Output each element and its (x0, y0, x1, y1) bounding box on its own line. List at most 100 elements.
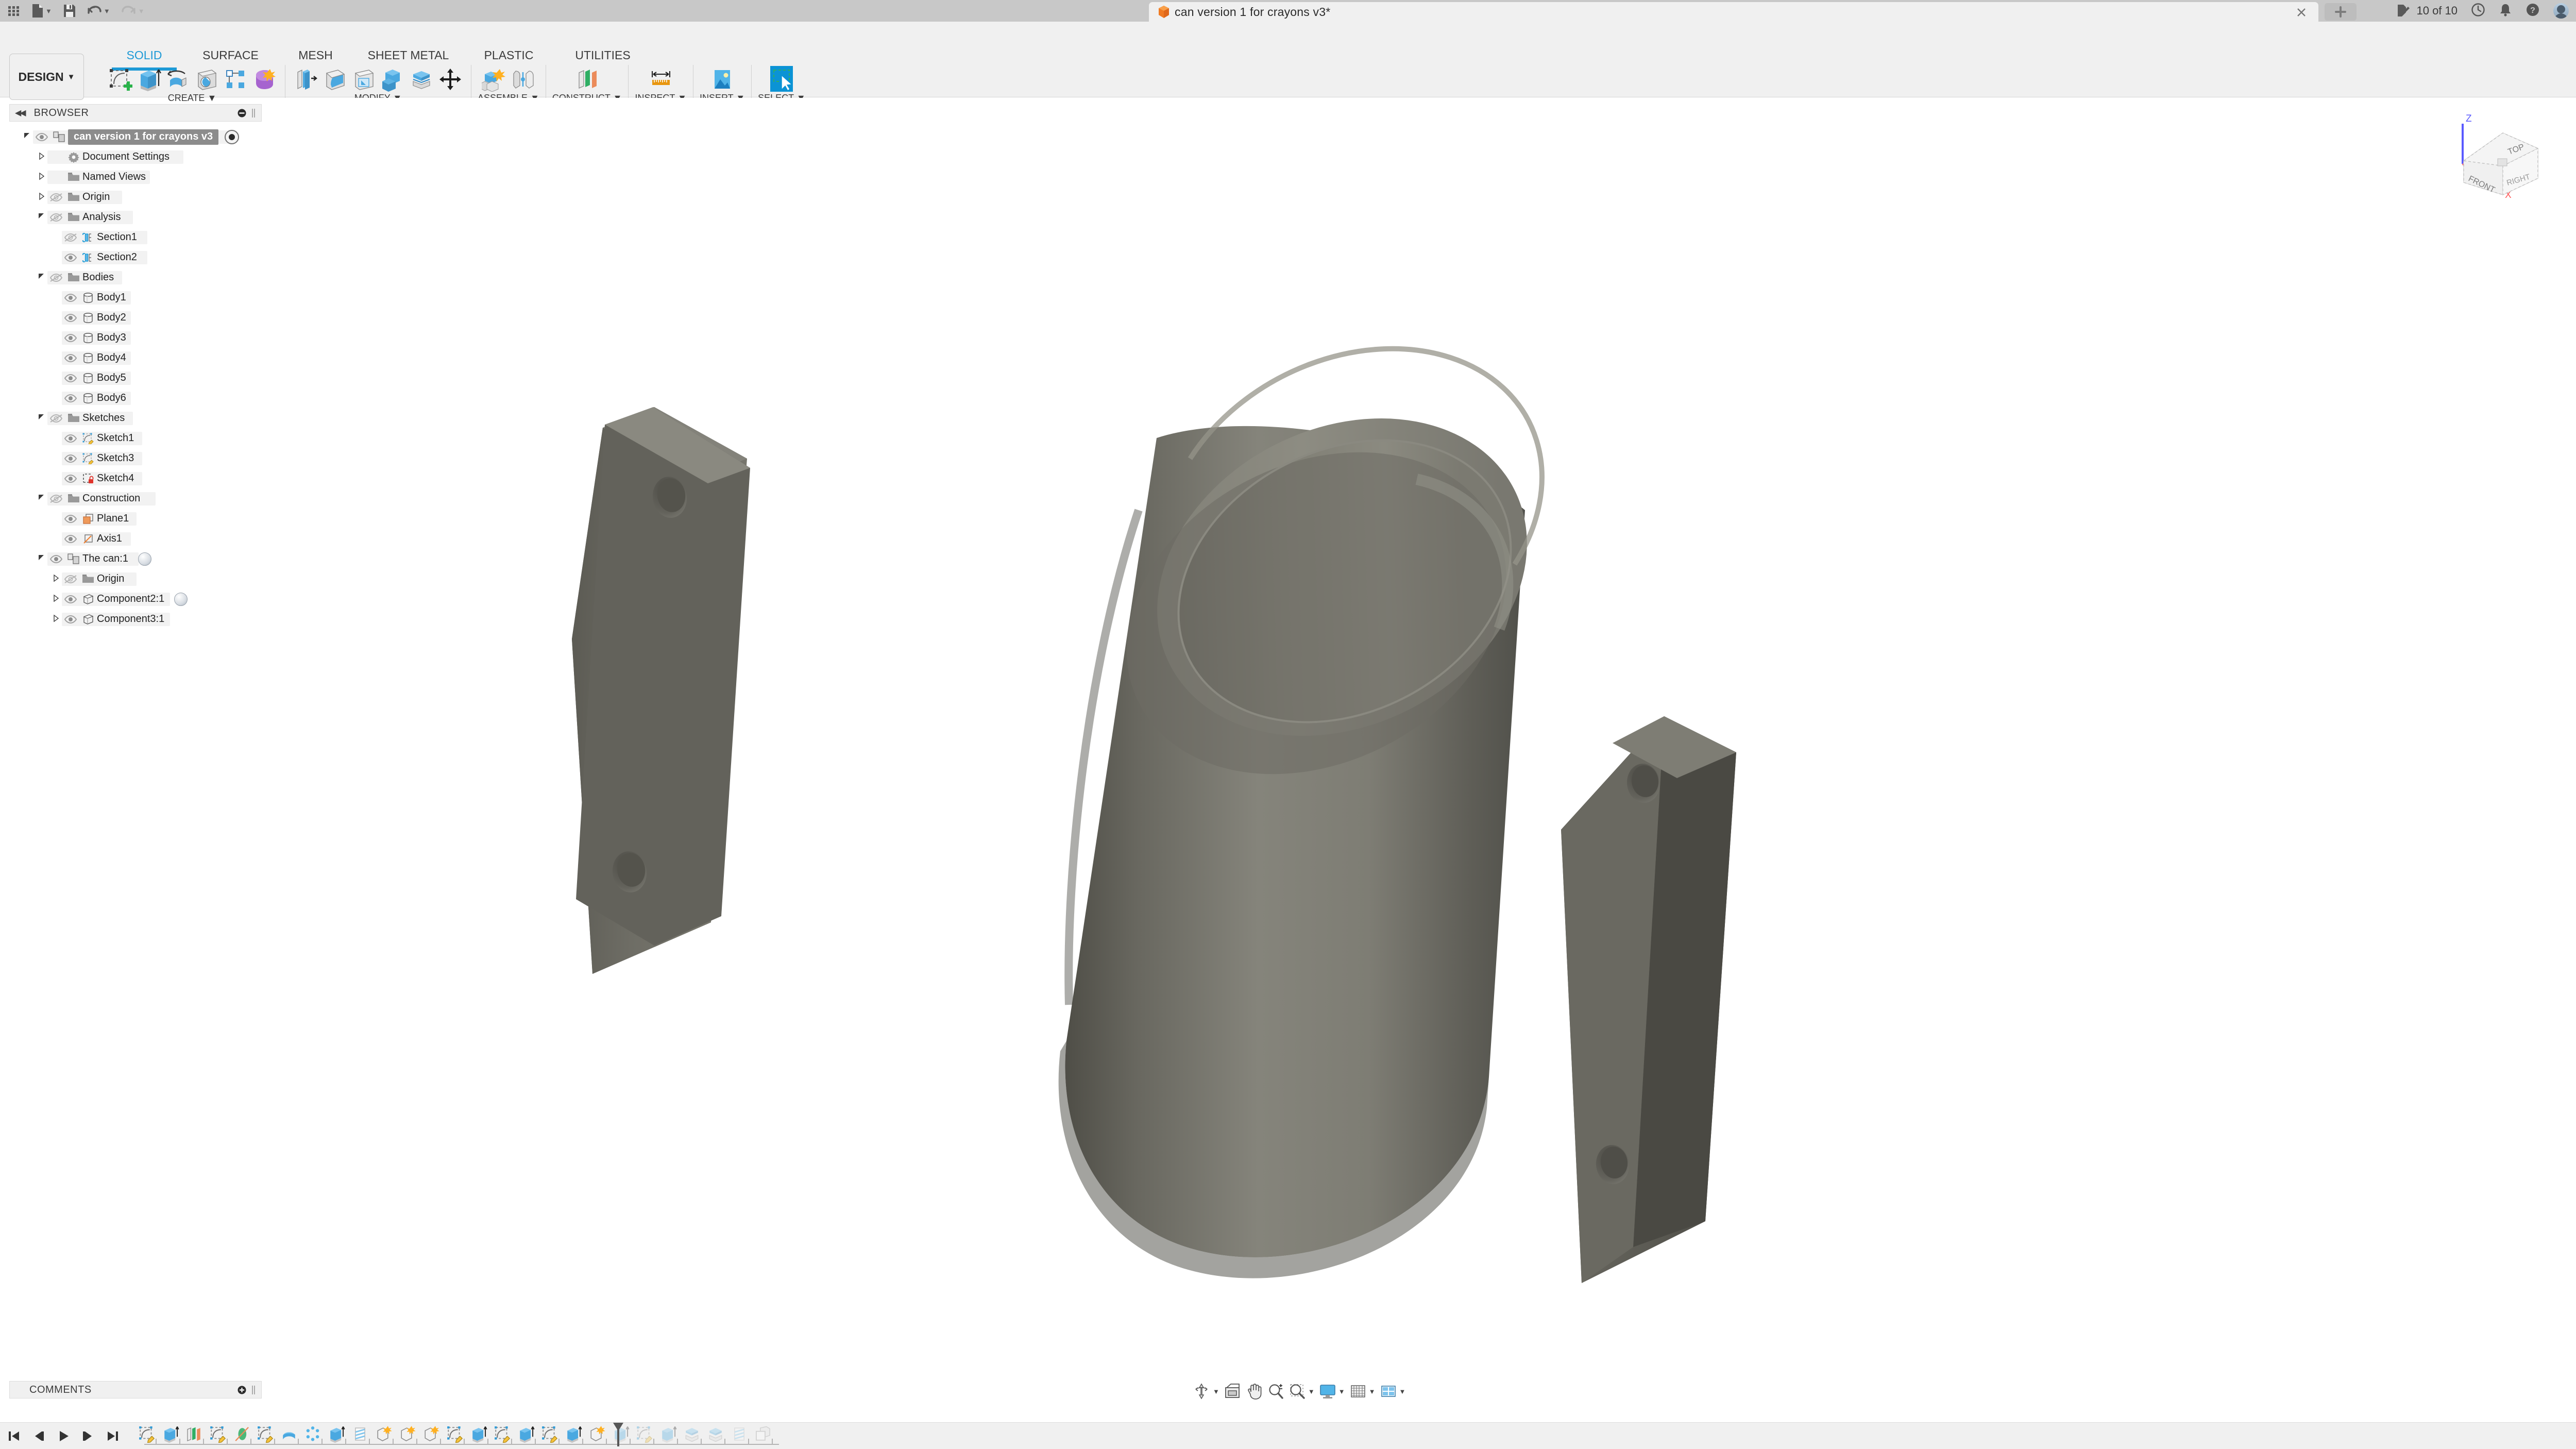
tree-item-section1[interactable]: Section1 (9, 227, 262, 247)
visibility-toggle[interactable] (62, 474, 79, 483)
look-at-icon[interactable] (1222, 1383, 1243, 1400)
tree-item-section2[interactable]: Section2 (9, 247, 262, 267)
visibility-toggle[interactable] (62, 615, 79, 624)
twist-toggle[interactable] (36, 212, 47, 222)
visibility-toggle[interactable] (62, 333, 79, 343)
twist-toggle[interactable] (36, 152, 47, 162)
help-question-icon[interactable]: ? (2526, 3, 2540, 20)
tree-item-body3[interactable]: Body3 (9, 328, 262, 348)
redo-icon[interactable]: ▼ (122, 5, 145, 17)
twist-toggle[interactable] (50, 614, 62, 624)
version-status[interactable]: 10 of 10 (2397, 4, 2458, 18)
visibility-toggle[interactable] (62, 293, 79, 302)
tree-item-the-can-1[interactable]: The can:1 (9, 549, 262, 569)
revolve-icon[interactable] (163, 65, 192, 94)
add-comment-icon[interactable] (238, 1386, 246, 1394)
tree-item-body1[interactable]: Body1 (9, 288, 262, 308)
twist-closed-icon[interactable] (38, 172, 46, 180)
offset-face-icon[interactable] (407, 65, 436, 94)
visibility-toggle[interactable] (62, 394, 79, 403)
tree-item-construction[interactable]: Construction (9, 488, 262, 509)
twist-closed-icon[interactable] (38, 192, 46, 200)
twist-toggle[interactable] (50, 594, 62, 604)
document-tab[interactable]: can version 1 for crayons v3* (1149, 2, 2318, 22)
tab-plastic[interactable]: PLASTIC (464, 48, 554, 66)
tree-item-origin[interactable]: Origin (9, 187, 262, 207)
grid-apps-icon[interactable] (7, 4, 21, 18)
view-cube[interactable]: Z X TOP FRONT RIGHT (2447, 103, 2555, 201)
twist-closed-icon[interactable] (52, 614, 60, 622)
visibility-toggle[interactable] (62, 313, 79, 323)
step-back-icon[interactable] (30, 1427, 47, 1445)
tree-item-named-views[interactable]: Named Views (9, 167, 262, 187)
tab-solid[interactable]: SOLID (106, 48, 183, 66)
hole-icon[interactable] (192, 65, 221, 94)
zoom-icon[interactable] (1265, 1383, 1286, 1400)
measure-icon[interactable] (647, 65, 675, 94)
visibility-toggle[interactable] (47, 554, 65, 564)
tree-item-sketch4[interactable]: Sketch4 (9, 468, 262, 488)
twist-open-icon[interactable] (38, 494, 46, 502)
timeline-track[interactable] (135, 1423, 775, 1449)
minimize-panel-icon[interactable] (238, 109, 246, 117)
panel-create-label[interactable]: CREATE ▼ (168, 93, 217, 104)
display-settings-icon[interactable]: ▼ (1317, 1383, 1347, 1400)
tab-sheet-metal[interactable]: SHEET METAL (353, 48, 464, 66)
visibility-toggle[interactable] (62, 353, 79, 363)
zoom-window-icon[interactable]: ▼ (1286, 1383, 1317, 1400)
move-copy-icon[interactable] (436, 65, 465, 94)
twist-toggle[interactable] (36, 413, 47, 423)
visibility-toggle[interactable] (62, 434, 79, 443)
close-icon[interactable] (2296, 7, 2307, 18)
notifications-bell-icon[interactable] (2499, 3, 2512, 20)
panel-grip-icon[interactable] (251, 108, 256, 118)
twist-toggle[interactable] (50, 574, 62, 584)
shell-icon[interactable] (349, 65, 378, 94)
tree-item-can-version-1-for-crayons-v3[interactable]: can version 1 for crayons v3 (9, 127, 262, 147)
play-icon[interactable] (55, 1427, 72, 1445)
twist-open-icon[interactable] (38, 554, 46, 562)
visibility-toggle[interactable] (62, 534, 79, 544)
go-to-start-icon[interactable] (5, 1427, 23, 1445)
twist-toggle[interactable] (36, 192, 47, 202)
tab-surface[interactable]: SURFACE (183, 48, 278, 66)
twist-open-icon[interactable] (38, 212, 46, 221)
undo-icon[interactable]: ▼ (87, 5, 110, 17)
combine-icon[interactable] (378, 65, 407, 94)
tree-item-sketch1[interactable]: Sketch1 (9, 428, 262, 448)
twist-closed-icon[interactable] (38, 152, 46, 160)
twist-open-icon[interactable] (38, 413, 46, 422)
visibility-toggle[interactable] (62, 253, 79, 262)
tree-item-analysis[interactable]: Analysis (9, 207, 262, 227)
tree-item-bodies[interactable]: Bodies (9, 267, 262, 288)
tree-item-document-settings[interactable]: Document Settings (9, 147, 262, 167)
collapse-panel-icon[interactable]: ◀◀ (15, 108, 25, 118)
form-icon[interactable] (250, 65, 279, 94)
tree-item-origin[interactable]: Origin (9, 569, 262, 589)
visibility-toggle[interactable] (47, 273, 65, 282)
visibility-toggle[interactable] (62, 233, 79, 242)
new-file-icon[interactable]: ▼ (32, 4, 52, 18)
press-pull-icon[interactable] (292, 65, 320, 94)
tree-item-component2-1[interactable]: Component2:1 (9, 589, 262, 609)
recent-activity-clock-icon[interactable] (2471, 3, 2485, 20)
tree-item-component3-1[interactable]: Component3:1 (9, 609, 262, 629)
tree-item-body6[interactable]: Body6 (9, 388, 262, 408)
visibility-toggle[interactable] (47, 414, 65, 423)
orbit-icon[interactable]: ▼ (1190, 1382, 1222, 1401)
visibility-toggle[interactable] (62, 514, 79, 524)
tree-item-body4[interactable]: Body4 (9, 348, 262, 368)
joint-icon[interactable] (509, 65, 537, 94)
save-icon[interactable] (63, 4, 76, 18)
tab-mesh[interactable]: MESH (278, 48, 353, 66)
tree-item-plane1[interactable]: Plane1 (9, 509, 262, 529)
user-avatar[interactable] (2553, 3, 2569, 19)
visibility-toggle[interactable] (47, 494, 65, 503)
tree-item-axis1[interactable]: Axis1 (9, 529, 262, 549)
twist-closed-icon[interactable] (52, 594, 60, 602)
grid-snaps-icon[interactable]: ▼ (1347, 1383, 1378, 1400)
panel-grip-icon[interactable] (251, 1385, 256, 1395)
new-sketch-icon[interactable] (106, 65, 134, 94)
viewport-canvas[interactable]: Z X TOP FRONT RIGHT (263, 98, 2576, 1403)
viewports-icon[interactable]: ▼ (1378, 1383, 1408, 1400)
